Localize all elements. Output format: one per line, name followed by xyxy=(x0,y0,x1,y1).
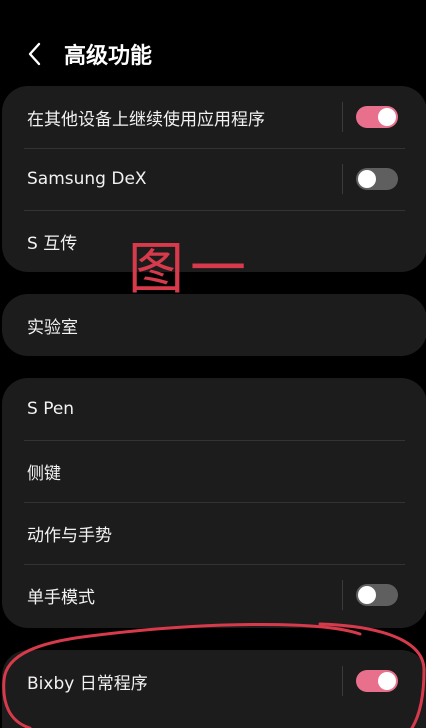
s-share-label: S 互传 xyxy=(27,233,78,254)
row-separator xyxy=(342,102,343,132)
samsung-dex-row[interactable]: Samsung DeX xyxy=(2,148,426,210)
labs-label: 实验室 xyxy=(27,317,78,338)
continue-apps-label: 在其他设备上继续使用应用程序 xyxy=(27,109,265,130)
bixby-routines-row[interactable]: Bixby 日常程序 xyxy=(2,650,426,712)
motions-gestures-label: 动作与手势 xyxy=(27,525,112,546)
row-separator xyxy=(342,666,343,696)
bixby-routines-label: Bixby 日常程序 xyxy=(27,673,148,694)
continue-apps-toggle[interactable] xyxy=(356,106,398,128)
settings-group-input: S Pen 侧键 动作与手势 单手模式 xyxy=(2,378,426,628)
toggle-knob xyxy=(358,586,376,604)
s-pen-row[interactable]: S Pen xyxy=(2,378,426,440)
samsung-dex-toggle[interactable] xyxy=(356,168,398,190)
page-title: 高级功能 xyxy=(64,44,153,69)
one-hand-mode-toggle[interactable] xyxy=(356,584,398,606)
continue-apps-row[interactable]: 在其他设备上继续使用应用程序 xyxy=(2,86,426,148)
chevron-left-icon xyxy=(28,42,41,66)
one-hand-mode-label: 单手模式 xyxy=(27,587,95,608)
toggle-knob xyxy=(358,170,376,188)
annotation-label: 图一 xyxy=(128,237,252,302)
back-button[interactable] xyxy=(24,41,46,67)
one-hand-mode-row[interactable]: 单手模式 xyxy=(2,564,426,626)
header-bar: 高级功能 xyxy=(0,0,426,95)
side-key-label: 侧键 xyxy=(27,463,61,484)
motions-gestures-row[interactable]: 动作与手势 xyxy=(2,502,426,564)
row-separator xyxy=(342,164,343,194)
s-pen-label: S Pen xyxy=(27,399,75,419)
side-key-row[interactable]: 侧键 xyxy=(2,440,426,502)
samsung-dex-label: Samsung DeX xyxy=(27,169,147,189)
toggle-knob xyxy=(378,108,396,126)
row-separator xyxy=(342,580,343,610)
bixby-routines-toggle[interactable] xyxy=(356,670,398,692)
settings-group-bixby: Bixby 日常程序 xyxy=(2,650,426,728)
toggle-knob xyxy=(378,672,396,690)
